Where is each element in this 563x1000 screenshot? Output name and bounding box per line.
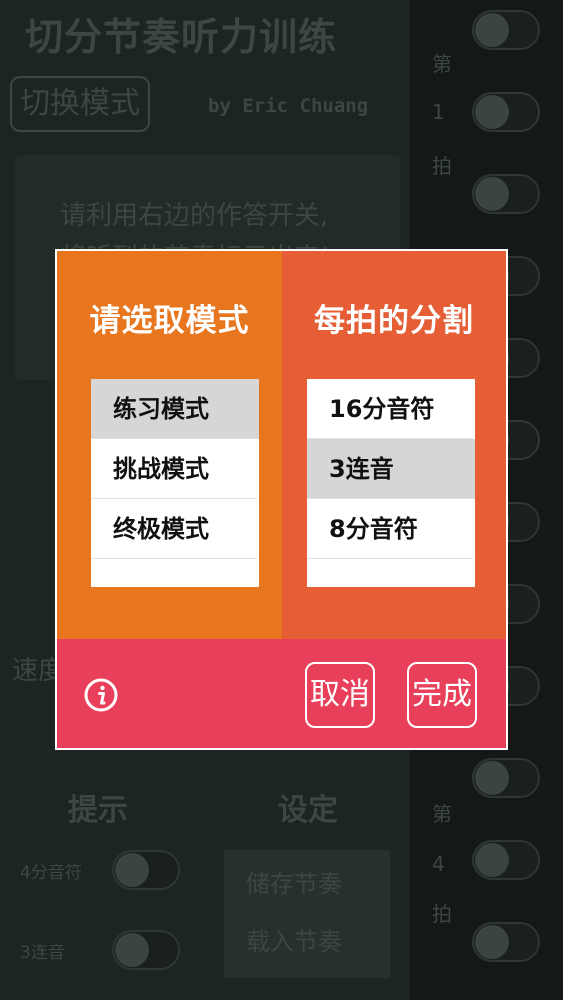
beat-label-char: 拍 xyxy=(432,154,452,178)
answer-toggle[interactable] xyxy=(472,174,540,214)
divider xyxy=(307,558,473,559)
rhythm-storage-box: 储存节奏 载入节奏 xyxy=(224,850,390,978)
answer-toggle[interactable] xyxy=(472,10,540,50)
info-icon[interactable] xyxy=(84,678,118,712)
hint-label: 提示 xyxy=(68,793,128,828)
picker-option-label: 3连音 xyxy=(329,455,394,483)
cancel-button[interactable]: 取消 xyxy=(305,662,375,728)
picker-option-label: 挑战模式 xyxy=(113,455,209,483)
dialog-footer: 取消 完成 xyxy=(57,639,506,748)
picker-option-label: 练习模式 xyxy=(113,395,209,423)
beat-label-char: 1 xyxy=(432,100,445,124)
mode-picker[interactable]: 练习模式 挑战模式 终极模式 xyxy=(91,379,259,587)
beat-label-char: 拍 xyxy=(432,902,452,926)
division-picker[interactable]: 16分音符 3连音 8分音符 xyxy=(307,379,475,587)
quarter-note-option-label: 4分音符 xyxy=(20,863,82,883)
answer-toggle[interactable] xyxy=(472,92,540,132)
answer-toggle[interactable] xyxy=(472,922,540,962)
picker-option-ultimate[interactable]: 终极模式 xyxy=(91,499,259,559)
answer-toggle[interactable] xyxy=(472,840,540,880)
settings-label: 设定 xyxy=(278,793,338,828)
done-button[interactable]: 完成 xyxy=(407,662,477,728)
mode-panel-title: 请选取模式 xyxy=(89,303,250,339)
answer-toggle[interactable] xyxy=(472,758,540,798)
picker-option-label: 终极模式 xyxy=(113,515,209,543)
triplet-toggle[interactable] xyxy=(112,930,180,970)
mode-panel: 请选取模式 练习模式 挑战模式 终极模式 xyxy=(57,251,282,639)
instruction-line: 请利用右边的作答开关, xyxy=(60,201,329,231)
quarter-note-toggle[interactable] xyxy=(112,850,180,890)
beat-label-char: 第 xyxy=(432,52,452,76)
app-title: 切分节奏听力训练 xyxy=(25,15,338,59)
picker-option-triplet[interactable]: 3连音 xyxy=(307,439,475,499)
triplet-option-label: 3连音 xyxy=(20,943,65,963)
division-panel-title: 每拍的分割 xyxy=(314,303,474,339)
save-rhythm-button[interactable]: 储存节奏 xyxy=(246,864,342,899)
picker-option-practice[interactable]: 练习模式 xyxy=(91,379,259,439)
picker-option-challenge[interactable]: 挑战模式 xyxy=(91,439,259,499)
switch-mode-button[interactable]: 切换模式 xyxy=(10,76,150,132)
author-credit: by Eric Chuang xyxy=(208,95,369,117)
picker-option-label: 8分音符 xyxy=(329,515,418,543)
beat-label-char: 第 xyxy=(432,802,452,826)
beat-label-char: 4 xyxy=(432,852,445,876)
divider xyxy=(91,558,257,559)
picker-option-eighth[interactable]: 8分音符 xyxy=(307,499,475,559)
picker-option-label: 16分音符 xyxy=(329,395,435,423)
picker-option-sixteenth[interactable]: 16分音符 xyxy=(307,379,475,439)
load-rhythm-button[interactable]: 载入节奏 xyxy=(246,922,342,957)
mode-picker-dialog: 请选取模式 练习模式 挑战模式 终极模式 每拍的分割 16分音符 3连音 8分音… xyxy=(55,249,508,750)
division-panel: 每拍的分割 16分音符 3连音 8分音符 xyxy=(282,251,506,639)
